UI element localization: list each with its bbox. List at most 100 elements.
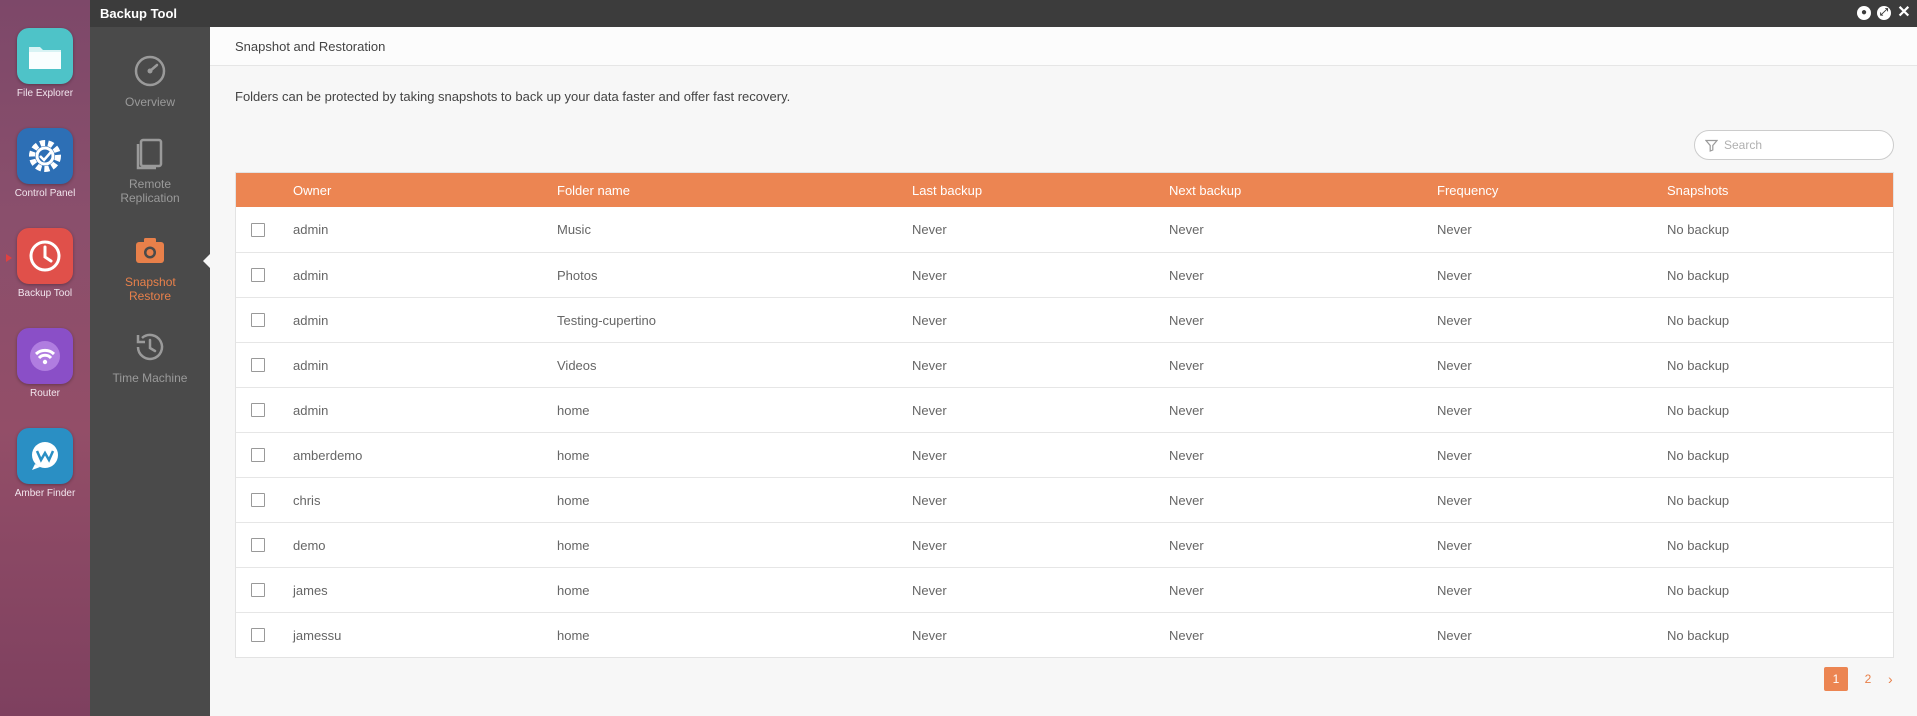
window-controls: ● ⤢ ✕ <box>1857 5 1911 21</box>
cell-next-backup: Never <box>1169 222 1204 237</box>
table-row[interactable]: amberdemo home Never Never Never No backup <box>236 432 1893 477</box>
cell-next-backup: Never <box>1169 402 1204 418</box>
row-checkbox[interactable] <box>251 403 265 417</box>
dock-app-file-explorer[interactable]: File Explorer <box>0 28 90 99</box>
table-row[interactable]: jamessu home Never Never Never No backup <box>236 612 1893 657</box>
cell-snapshots: No backup <box>1667 582 1730 598</box>
cell-snapshots: No backup <box>1667 627 1730 643</box>
row-checkbox[interactable] <box>251 493 265 507</box>
cell-last-backup: Never <box>912 627 947 643</box>
cell-folder-name: home <box>557 537 590 553</box>
cell-frequency: Never <box>1437 222 1472 237</box>
minimize-button[interactable]: ● <box>1857 6 1871 20</box>
column-header-snapshots[interactable]: Snapshots <box>1667 183 1893 198</box>
cell-snapshots: No backup <box>1667 357 1730 373</box>
table-row[interactable]: demo home Never Never Never No backup <box>236 522 1893 567</box>
dock-app-amber-finder[interactable]: Amber Finder <box>0 428 90 499</box>
column-header-last-backup[interactable]: Last backup <box>912 183 1169 198</box>
cell-last-backup: Never <box>912 582 947 598</box>
row-checkbox[interactable] <box>251 538 265 552</box>
close-button[interactable]: ✕ <box>1897 5 1911 21</box>
dock-label: Backup Tool <box>17 288 73 299</box>
sidebar-item-snapshot-restore[interactable]: Snapshot Restore <box>90 233 210 303</box>
cell-last-backup: Never <box>912 537 947 553</box>
folder-icon <box>17 28 73 84</box>
cell-owner: admin <box>293 312 329 328</box>
table-row[interactable]: admin home Never Never Never No backup <box>236 387 1893 432</box>
sidebar-item-label: Remote Replication <box>120 177 180 205</box>
cell-frequency: Never <box>1437 447 1472 463</box>
cell-last-backup: Never <box>912 312 947 328</box>
row-checkbox[interactable] <box>251 583 265 597</box>
cell-owner: demo <box>293 537 326 553</box>
sidebar-item-label: Overview <box>124 95 175 109</box>
column-header-next-backup[interactable]: Next backup <box>1169 183 1437 198</box>
column-header-folder-name[interactable]: Folder name <box>557 183 912 198</box>
search-box[interactable] <box>1694 130 1894 160</box>
table-header: Owner Folder name Last backup Next backu… <box>236 173 1893 207</box>
column-header-frequency[interactable]: Frequency <box>1437 183 1667 198</box>
speedometer-icon <box>134 55 166 87</box>
dock-app-router[interactable]: Router <box>0 328 90 399</box>
window-titlebar[interactable]: Backup Tool ● ⤢ ✕ <box>90 0 1917 27</box>
cell-last-backup: Never <box>912 267 947 283</box>
cell-folder-name: home <box>557 627 590 643</box>
row-checkbox[interactable] <box>251 268 265 282</box>
cell-owner: admin <box>293 357 329 373</box>
sidebar-item-time-machine[interactable]: Time Machine <box>90 329 210 385</box>
cell-owner: admin <box>293 222 329 237</box>
cell-next-backup: Never <box>1169 492 1204 508</box>
table-row[interactable]: chris home Never Never Never No backup <box>236 477 1893 522</box>
filter-icon <box>1705 139 1718 152</box>
cell-next-backup: Never <box>1169 627 1204 643</box>
sidebar-item-label: Time Machine <box>112 371 188 385</box>
clock-icon <box>17 228 73 284</box>
page-description: Folders can be protected by taking snaps… <box>235 89 791 104</box>
row-checkbox[interactable] <box>251 358 265 372</box>
cell-owner: amberdemo <box>293 447 363 463</box>
row-checkbox[interactable] <box>251 313 265 327</box>
table-row[interactable]: admin Photos Never Never Never No backup <box>236 252 1893 297</box>
maximize-button[interactable]: ⤢ <box>1877 6 1891 20</box>
sidebar-item-overview[interactable]: Overview <box>90 53 210 109</box>
cell-snapshots: No backup <box>1667 267 1730 283</box>
page-2-button[interactable]: 2 <box>1856 667 1880 691</box>
table-row[interactable]: admin Videos Never Never Never No backup <box>236 342 1893 387</box>
cell-folder-name: home <box>557 447 590 463</box>
cell-owner: admin <box>293 402 329 418</box>
dock-app-control-panel[interactable]: Control Panel <box>0 128 90 199</box>
dock-app-backup-tool[interactable]: Backup Tool <box>0 228 90 299</box>
cell-folder-name: Music <box>557 222 591 237</box>
cell-last-backup: Never <box>912 402 947 418</box>
backup-tool-window: Backup Tool ● ⤢ ✕ Overview Remote Replic… <box>90 0 1917 716</box>
row-checkbox[interactable] <box>251 222 265 237</box>
cell-last-backup: Never <box>912 222 947 237</box>
snapshot-table: Owner Folder name Last backup Next backu… <box>235 172 1894 658</box>
table-row[interactable]: james home Never Never Never No backup <box>236 567 1893 612</box>
next-page-button[interactable]: › <box>1888 671 1893 687</box>
table-row[interactable]: admin Music Never Never Never No backup <box>236 207 1893 252</box>
desktop-dock: File Explorer Control Panel Backup Tool … <box>0 0 90 716</box>
cell-snapshots: No backup <box>1667 402 1730 418</box>
cell-owner: jamessu <box>293 627 342 643</box>
page-1-button[interactable]: 1 <box>1824 667 1848 691</box>
cell-next-backup: Never <box>1169 537 1204 553</box>
table-row[interactable]: admin Testing-cupertino Never Never Never No … <box>236 297 1893 342</box>
row-checkbox[interactable] <box>251 448 265 462</box>
cell-folder-name: Photos <box>557 267 598 283</box>
table-body: admin Music Never Never Never No backup admin P… <box>236 207 1893 657</box>
history-icon <box>136 333 164 361</box>
cell-folder-name: home <box>557 582 590 598</box>
cell-frequency: Never <box>1437 537 1472 553</box>
cell-frequency: Never <box>1437 402 1472 418</box>
column-header-owner[interactable]: Owner <box>293 183 557 198</box>
sidebar-item-remote-replication[interactable]: Remote Replication <box>90 135 210 205</box>
window-title: Backup Tool <box>100 6 178 21</box>
row-checkbox[interactable] <box>251 628 265 642</box>
cell-snapshots: No backup <box>1667 312 1730 328</box>
row-checkbox-cell <box>236 403 293 417</box>
row-checkbox-cell <box>236 358 293 372</box>
cell-frequency: Never <box>1437 312 1472 328</box>
search-input[interactable] <box>1724 138 1884 152</box>
cell-frequency: Never <box>1437 267 1472 283</box>
